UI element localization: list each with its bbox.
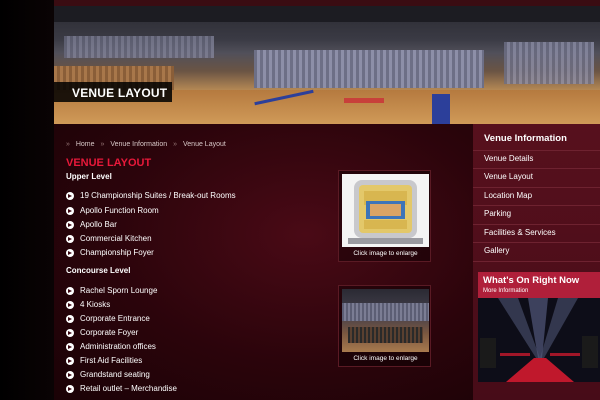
sidebar-item-parking[interactable]: Parking [473, 205, 600, 223]
section-heading-upper-level: Upper Level [66, 172, 112, 181]
sidebar-item-gallery[interactable]: Gallery [473, 242, 600, 262]
court-key-right [432, 94, 450, 124]
roof-truss [54, 6, 600, 22]
arrow-bullet-icon [66, 206, 74, 215]
upper-seating-left [64, 36, 214, 58]
arrow-bullet-icon [66, 220, 74, 229]
arrow-bullet-icon [66, 370, 74, 379]
list-item: Corporate Entrance [66, 314, 150, 323]
floor-plan-image[interactable] [342, 174, 429, 247]
hero-title: VENUE LAYOUT [72, 86, 168, 100]
promo-more-information-link[interactable]: More Information [483, 288, 528, 294]
sidebar-item-venue-details[interactable]: Venue Details [473, 150, 600, 168]
arena-photo-seating [342, 303, 429, 321]
breadcrumb-home-link[interactable]: Home [76, 141, 95, 148]
sidebar-item-venue-layout[interactable]: Venue Layout [473, 168, 600, 186]
list-item: Apollo Function Room [66, 206, 159, 215]
list-item: 19 Championship Suites / Break-out Rooms [66, 191, 236, 200]
thumbnail-caption: Click image to enlarge [353, 355, 418, 362]
breadcrumb: » Home » Venue Information » Venue Layou… [66, 141, 230, 148]
list-item: Apollo Bar [66, 220, 117, 229]
upper-seating-right [504, 42, 594, 84]
court-center-logo [344, 98, 384, 103]
floor-plan-drawing [342, 174, 429, 247]
breadcrumb-separator-icon: » [66, 141, 70, 148]
list-item: Corporate Foyer [66, 328, 138, 337]
page-left-gutter [0, 0, 54, 400]
arrow-bullet-icon [66, 191, 74, 200]
breadcrumb-current-page: Venue Layout [183, 141, 226, 148]
section-heading-concourse-level: Concourse Level [66, 266, 131, 275]
whats-on-promo[interactable]: What's On Right Now More Information [478, 272, 600, 382]
floor-plan-thumbnail[interactable]: Click image to enlarge [338, 170, 431, 262]
arrow-bullet-icon [66, 384, 74, 393]
sidebar-title: Venue Information [484, 133, 567, 144]
arena-photo-crowd [348, 327, 423, 343]
thumbnail-caption: Click image to enlarge [353, 250, 418, 257]
arrow-bullet-icon [66, 248, 74, 257]
hero-banner-image [54, 6, 600, 124]
sidebar-item-facilities-services[interactable]: Facilities & Services [473, 224, 600, 242]
list-item: 4 Kiosks [66, 300, 110, 309]
list-item: Administration offices [66, 342, 156, 351]
arrow-bullet-icon [66, 356, 74, 365]
arrow-bullet-icon [66, 286, 74, 295]
breadcrumb-venue-information-link[interactable]: Venue Information [110, 141, 167, 148]
main-grandstand [254, 50, 484, 88]
list-item: First Aid Facilities [66, 356, 142, 365]
list-item: Championship Foyer [66, 248, 154, 257]
breadcrumb-separator-icon: » [100, 141, 105, 148]
list-item: Commercial Kitchen [66, 234, 152, 243]
promo-title: What's On Right Now [483, 275, 580, 286]
promo-red-carpet-image[interactable] [478, 298, 600, 382]
page-title: VENUE LAYOUT [66, 157, 152, 169]
arena-photo-image[interactable] [342, 289, 429, 352]
arrow-bullet-icon [66, 342, 74, 351]
list-item: Rachel Sporn Lounge [66, 286, 157, 295]
sidebar-item-location-map[interactable]: Location Map [473, 187, 600, 205]
arena-photo-thumbnail[interactable]: Click image to enlarge [338, 285, 431, 367]
arrow-bullet-icon [66, 314, 74, 323]
arrow-bullet-icon [66, 328, 74, 337]
arrow-bullet-icon [66, 300, 74, 309]
list-item: Grandstand seating [66, 370, 150, 379]
court-line-left [254, 89, 314, 106]
arrow-bullet-icon [66, 234, 74, 243]
breadcrumb-separator-icon: » [173, 141, 178, 148]
list-item: Retail outlet – Merchandise [66, 384, 177, 393]
